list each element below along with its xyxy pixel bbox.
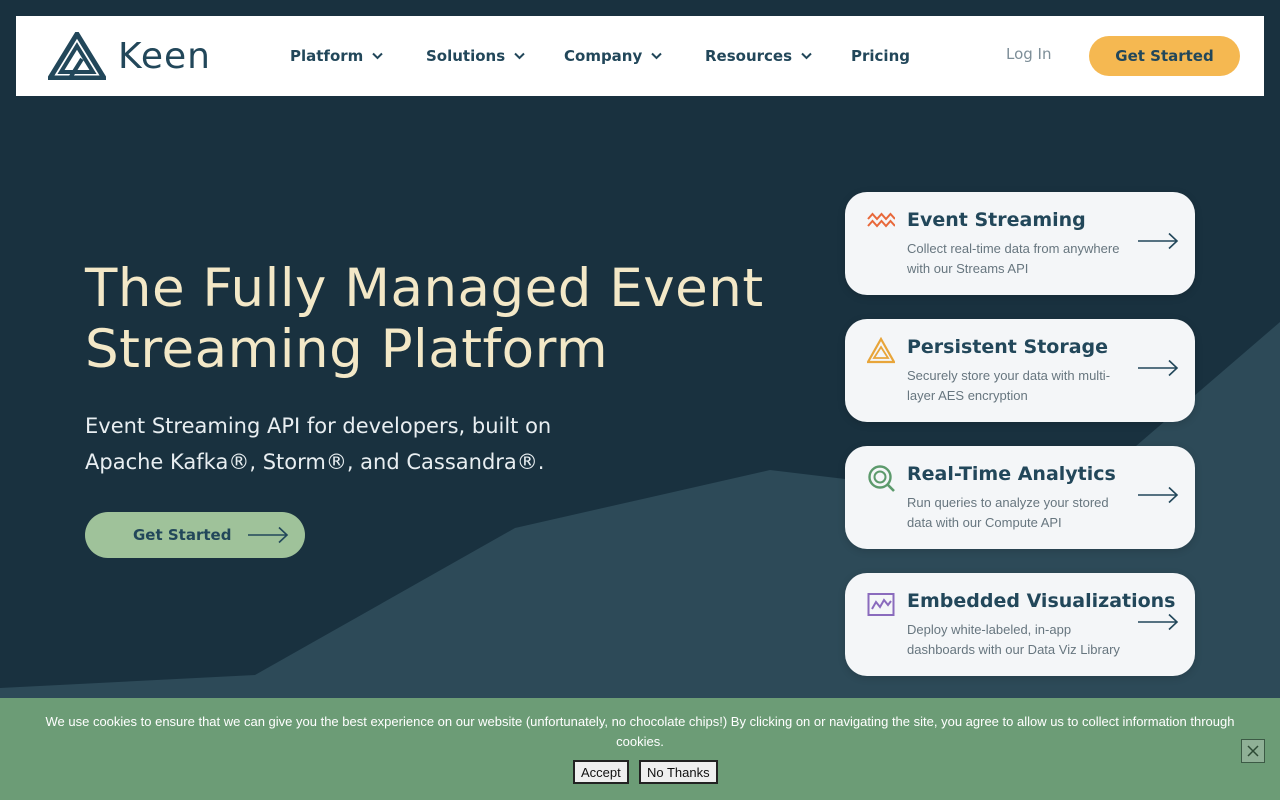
chevron-down-icon	[514, 52, 525, 60]
login-link[interactable]: Log In	[1006, 45, 1052, 63]
chevron-down-icon	[372, 52, 384, 60]
card-persistent-storage[interactable]: Persistent Storage Securely store your d…	[845, 319, 1195, 422]
card-description: Collect real-time data from anywhere wit…	[907, 241, 1120, 276]
card-description: Deploy white-labeled, in-app dashboards …	[907, 622, 1120, 657]
keen-logo[interactable]: Keen	[48, 32, 211, 80]
nav-label: Solutions	[426, 47, 506, 65]
nav-label: Resources	[705, 47, 793, 65]
line-chart-icon	[867, 593, 895, 616]
nav-solutions[interactable]: Solutions	[426, 45, 525, 67]
close-icon	[1247, 745, 1259, 757]
triangle-icon	[867, 337, 895, 364]
hero-subtitle-line1: Event Streaming API for developers, buil…	[85, 414, 552, 438]
arrow-right-icon	[1138, 359, 1179, 377]
chevron-down-icon	[801, 52, 812, 60]
cookie-message: We use cookies to ensure that we can giv…	[45, 714, 1235, 749]
arrow-right-icon	[1138, 232, 1179, 250]
arrow-right-icon	[1138, 486, 1179, 504]
arrow-right-icon	[1138, 613, 1179, 631]
card-title: Embedded Visualizations	[907, 590, 1176, 612]
hero-subtitle: Event Streaming API for developers, buil…	[85, 408, 565, 480]
brand-name: Keen	[118, 35, 211, 77]
nav-pricing[interactable]: Pricing	[851, 45, 910, 67]
nav-label: Platform	[290, 47, 364, 65]
nav-label: Pricing	[851, 47, 910, 65]
card-title: Real-Time Analytics	[907, 463, 1116, 485]
cookie-banner: We use cookies to ensure that we can giv…	[0, 698, 1280, 800]
card-embedded-visualizations[interactable]: Embedded Visualizations Deploy white-lab…	[845, 573, 1195, 676]
card-description: Securely store your data with multi-laye…	[907, 368, 1111, 403]
hero-cta-label: Get Started	[133, 526, 232, 544]
arrow-right-icon	[248, 526, 289, 544]
hero-title-line1: The Fully Managed Event	[85, 258, 764, 319]
card-real-time-analytics[interactable]: Real-Time Analytics Run queries to analy…	[845, 446, 1195, 549]
chevron-down-icon	[651, 52, 662, 60]
hero-subtitle-line2: Apache Kafka®, Storm®, and Cassandra®.	[85, 450, 545, 474]
magnifier-icon	[868, 465, 895, 492]
card-title: Event Streaming	[907, 209, 1086, 231]
no-thanks-button[interactable]: No Thanks	[639, 760, 718, 784]
cookie-close-button[interactable]	[1241, 739, 1265, 763]
nav-platform[interactable]: Platform	[290, 45, 384, 67]
accept-button[interactable]: Accept	[573, 760, 629, 784]
nav-company[interactable]: Company	[564, 45, 662, 67]
keen-logo-icon	[48, 32, 106, 80]
nav-label: Company	[564, 47, 643, 65]
get-started-button[interactable]: Get Started	[1089, 36, 1240, 76]
hero-get-started-button[interactable]: Get Started	[85, 512, 305, 558]
site-header: Keen Platform Solutions Company Resource…	[16, 16, 1264, 96]
hero-title-line2: Streaming Platform	[85, 319, 609, 380]
card-description: Run queries to analyze your stored data …	[907, 495, 1109, 530]
card-title: Persistent Storage	[907, 336, 1109, 358]
wave-icon	[867, 212, 895, 228]
card-event-streaming[interactable]: Event Streaming Collect real-time data f…	[845, 192, 1195, 295]
hero-title: The Fully Managed Event Streaming Platfo…	[85, 258, 805, 380]
nav-resources[interactable]: Resources	[705, 45, 812, 67]
